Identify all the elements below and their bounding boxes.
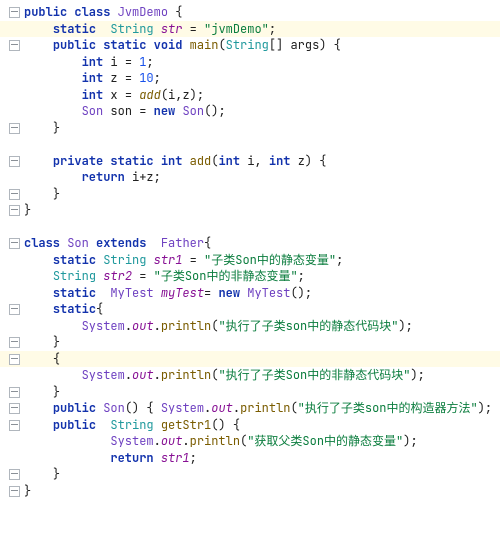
code-line: public static void main(String[] args) { — [0, 37, 500, 54]
code-line: } — [0, 466, 500, 483]
code-line: { — [0, 351, 500, 368]
fold-minus-icon[interactable] — [9, 40, 20, 51]
fold-minus-icon[interactable] — [9, 337, 20, 348]
code-line: public String getStr1() { — [0, 417, 500, 434]
code-line: } — [0, 384, 500, 401]
code-line: System.out.println("执行了子类Son中的非静态代码块"); — [0, 367, 500, 384]
code-line: class Son extends Father{ — [0, 235, 500, 252]
fold-minus-icon[interactable] — [9, 387, 20, 398]
code-line: return str1; — [0, 450, 500, 467]
code-line: static String str1 = "子类Son中的静态变量"; — [0, 252, 500, 269]
fold-gutter[interactable] — [4, 466, 24, 483]
code-line: private static int add(int i, int z) { — [0, 153, 500, 170]
fold-minus-icon[interactable] — [9, 304, 20, 315]
fold-minus-icon[interactable] — [9, 469, 20, 480]
fold-minus-icon[interactable] — [9, 189, 20, 200]
fold-gutter[interactable] — [4, 37, 24, 54]
fold-minus-icon[interactable] — [9, 7, 20, 18]
code-line: System.out.println("执行了子类son中的静态代码块"); — [0, 318, 500, 335]
fold-gutter[interactable] — [4, 186, 24, 203]
fold-gutter[interactable] — [4, 417, 24, 434]
fold-gutter[interactable] — [4, 334, 24, 351]
fold-minus-icon[interactable] — [9, 156, 20, 167]
code-line: static String str = "jvmDemo"; — [0, 21, 500, 38]
fold-gutter[interactable] — [4, 384, 24, 401]
fold-gutter[interactable] — [4, 351, 24, 368]
code-line: } — [0, 186, 500, 203]
code-line: static{ — [0, 301, 500, 318]
fold-gutter[interactable] — [4, 120, 24, 137]
fold-minus-icon[interactable] — [9, 486, 20, 497]
code-line: } — [0, 120, 500, 137]
fold-minus-icon[interactable] — [9, 403, 20, 414]
code-line: public Son() { System.out.println("执行了子类… — [0, 400, 500, 417]
code-line: Son son = new Son(); — [0, 103, 500, 120]
code-line: return i+z; — [0, 169, 500, 186]
code-line: } — [0, 202, 500, 219]
fold-minus-icon[interactable] — [9, 420, 20, 431]
fold-minus-icon[interactable] — [9, 238, 20, 249]
code-line — [0, 219, 500, 236]
code-line: int x = add(i,z); — [0, 87, 500, 104]
code-line: } — [0, 334, 500, 351]
code-line: int z = 10; — [0, 70, 500, 87]
fold-gutter[interactable] — [4, 400, 24, 417]
code-line: String str2 = "子类Son中的非静态变量"; — [0, 268, 500, 285]
code-line: System.out.println("获取父类Son中的静态变量"); — [0, 433, 500, 450]
fold-gutter[interactable] — [4, 235, 24, 252]
code-line: static MyTest myTest= new MyTest(); — [0, 285, 500, 302]
code-line: int i = 1; — [0, 54, 500, 71]
fold-minus-icon[interactable] — [9, 354, 20, 365]
code-line: } — [0, 483, 500, 500]
fold-gutter[interactable] — [4, 153, 24, 170]
fold-minus-icon[interactable] — [9, 205, 20, 216]
code-line — [0, 136, 500, 153]
fold-gutter[interactable] — [4, 301, 24, 318]
fold-gutter[interactable] — [4, 4, 24, 21]
code-line: public class JvmDemo { — [0, 4, 500, 21]
fold-minus-icon[interactable] — [9, 123, 20, 134]
code-editor[interactable]: public class JvmDemo { static String str… — [0, 0, 500, 520]
fold-gutter[interactable] — [4, 202, 24, 219]
code-line — [0, 499, 500, 516]
fold-gutter[interactable] — [4, 483, 24, 500]
